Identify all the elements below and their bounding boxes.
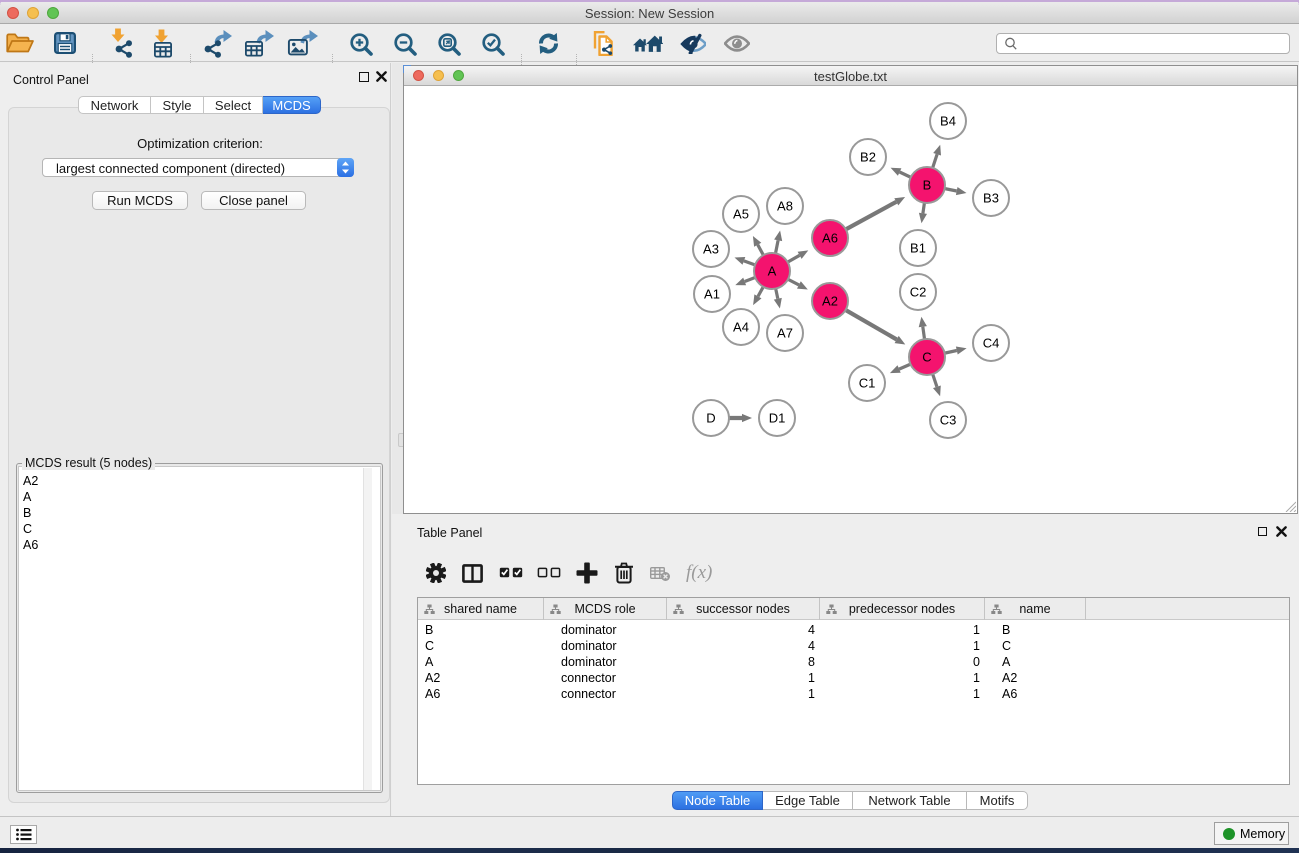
svg-text:A2: A2 <box>822 294 838 309</box>
svg-text:B2: B2 <box>860 150 876 165</box>
svg-text:A6: A6 <box>822 231 838 246</box>
svg-text:A5: A5 <box>733 207 749 222</box>
svg-text:C3: C3 <box>940 413 957 428</box>
svg-text:A3: A3 <box>703 242 719 257</box>
svg-text:B: B <box>923 178 932 193</box>
svg-text:A7: A7 <box>777 326 793 341</box>
svg-text:A4: A4 <box>733 320 749 335</box>
svg-text:B4: B4 <box>940 114 956 129</box>
svg-text:C4: C4 <box>983 336 1000 351</box>
svg-text:C: C <box>922 350 931 365</box>
svg-text:D: D <box>706 411 715 426</box>
svg-text:C1: C1 <box>859 376 876 391</box>
svg-text:C2: C2 <box>910 285 927 300</box>
svg-text:B3: B3 <box>983 191 999 206</box>
svg-text:A: A <box>768 264 777 279</box>
svg-text:A8: A8 <box>777 199 793 214</box>
svg-text:B1: B1 <box>910 241 926 256</box>
svg-text:A1: A1 <box>704 287 720 302</box>
svg-text:D1: D1 <box>769 411 786 426</box>
